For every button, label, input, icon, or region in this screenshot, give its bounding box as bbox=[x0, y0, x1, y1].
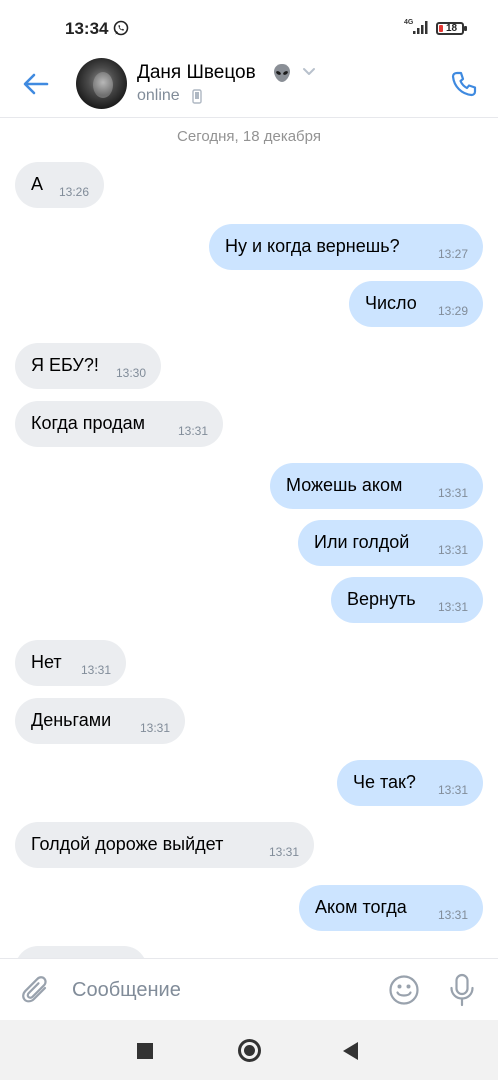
message-text: Нет bbox=[31, 652, 62, 672]
message-time: 13:31 bbox=[437, 543, 468, 557]
message-time: 13:31 bbox=[177, 424, 208, 438]
network-type: 4G bbox=[404, 19, 414, 26]
whatsapp-icon bbox=[113, 20, 129, 36]
message-text: Я ЕБУ?! bbox=[31, 355, 99, 375]
mobile-device-icon bbox=[192, 89, 202, 104]
message-text: Ну и когда вернешь? bbox=[225, 236, 400, 256]
message-time: 13:31 bbox=[437, 600, 468, 614]
message-outgoing[interactable]: Число 13:29 bbox=[349, 281, 483, 327]
message-time: 13:31 bbox=[139, 721, 170, 735]
message-time: 13:26 bbox=[58, 185, 89, 199]
arrow-left-icon bbox=[23, 73, 49, 95]
battery-icon: 18 bbox=[436, 22, 467, 35]
message-input[interactable] bbox=[72, 975, 362, 1005]
message-text: Можешь аком bbox=[286, 475, 403, 495]
message-incoming[interactable]: Деньгами 13:31 bbox=[15, 698, 185, 744]
message-text: Вернуть bbox=[347, 589, 416, 609]
message-time: 13:29 bbox=[437, 304, 468, 318]
message-outgoing[interactable]: Аком тогда 13:31 bbox=[299, 885, 483, 931]
back-button[interactable] bbox=[20, 68, 52, 100]
system-nav-bar bbox=[0, 1020, 498, 1080]
avatar[interactable] bbox=[76, 58, 127, 109]
message-text: Че так? bbox=[353, 772, 416, 792]
battery-percent: 18 bbox=[446, 23, 458, 34]
message-time: 13:31 bbox=[437, 783, 468, 797]
message-incoming[interactable]: Я ЕБУ?! 13:30 bbox=[15, 343, 161, 389]
message-text: Число bbox=[365, 293, 417, 313]
alien-icon bbox=[274, 64, 290, 82]
message-text: Голдой дороже выйдет bbox=[31, 834, 224, 854]
recents-square-icon[interactable] bbox=[137, 1043, 153, 1059]
message-time: 13:31 bbox=[437, 486, 468, 500]
message-outgoing[interactable]: Вернуть 13:31 bbox=[331, 577, 483, 623]
avatar-photo bbox=[93, 72, 113, 98]
message-text: Когда продам bbox=[31, 413, 146, 433]
chat-header: Даня Швецов online bbox=[0, 52, 498, 118]
message-incoming[interactable]: Нет 13:31 bbox=[15, 640, 126, 686]
message-text: Деньгами bbox=[31, 710, 112, 730]
message-incoming[interactable]: А 13:26 bbox=[15, 162, 104, 208]
contact-name[interactable]: Даня Швецов bbox=[137, 62, 256, 84]
message-outgoing[interactable]: Можешь аком 13:31 bbox=[270, 463, 483, 509]
message-incoming[interactable] bbox=[15, 946, 147, 958]
message-incoming[interactable]: Голдой дороже выйдет 13:31 bbox=[15, 822, 314, 868]
back-triangle-icon[interactable] bbox=[343, 1042, 358, 1060]
message-outgoing[interactable]: Или голдой 13:31 bbox=[298, 520, 483, 566]
home-circle-icon[interactable] bbox=[238, 1039, 261, 1062]
compose-bar bbox=[0, 958, 498, 1020]
message-incoming[interactable]: Когда продам 13:31 bbox=[15, 401, 223, 447]
message-outgoing[interactable]: Че так? 13:31 bbox=[337, 760, 483, 806]
message-outgoing[interactable]: Ну и когда вернешь? 13:27 bbox=[209, 224, 483, 270]
message-text: А bbox=[31, 174, 44, 194]
call-button[interactable] bbox=[446, 66, 482, 102]
message-list[interactable]: Сегодня, 18 декабря А 13:26 Ну и когда в… bbox=[0, 118, 498, 958]
message-time: 13:27 bbox=[437, 247, 468, 261]
signal-icon bbox=[413, 21, 428, 34]
message-time: 13:30 bbox=[115, 366, 146, 380]
smiley-icon[interactable] bbox=[388, 974, 420, 1006]
message-time: 13:31 bbox=[437, 908, 468, 922]
message-text: Или голдой bbox=[314, 532, 410, 552]
date-separator: Сегодня, 18 декабря bbox=[177, 128, 321, 145]
status-bar: 13:34 4G 18 bbox=[0, 0, 498, 52]
online-status: online bbox=[137, 87, 180, 104]
message-time: 13:31 bbox=[80, 663, 111, 677]
message-text: Аком тогда bbox=[315, 897, 407, 917]
phone-icon bbox=[451, 71, 477, 97]
microphone-icon[interactable] bbox=[448, 973, 476, 1007]
battery-level bbox=[439, 25, 443, 32]
paperclip-icon[interactable] bbox=[20, 973, 52, 1007]
message-time: 13:31 bbox=[268, 845, 299, 859]
chevron-down-icon[interactable] bbox=[302, 67, 316, 77]
status-time: 13:34 bbox=[65, 19, 109, 38]
